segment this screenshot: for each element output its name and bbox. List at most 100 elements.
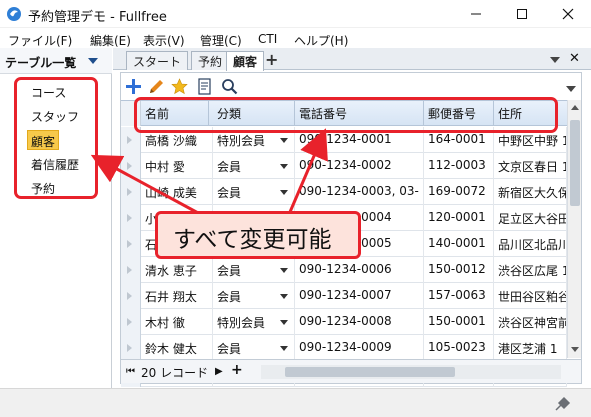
table-row[interactable]: 中村 愛会員 090-1234-0002 112-0003 文京区春日 1 [121,153,567,179]
cell-phone[interactable]: 090-1234-0002 [295,153,424,179]
horizontal-scroll-thumb[interactable] [285,367,455,377]
cell-name[interactable]: 鈴木 健太 [141,335,213,361]
scroll-down-icon[interactable] [571,347,579,352]
menu-file[interactable]: ファイル(F) [8,30,72,49]
category-dropdown-icon[interactable] [280,346,288,351]
table-row[interactable]: 山崎 成美 会員 090-1234-0003, 03- 169-0072 新宿区大久保 [121,179,567,205]
table-row[interactable]: 鈴木 健太 会員 090-1234-0009 105-0023 港区芝浦 1 [121,335,567,361]
tab-list-chevron-icon[interactable] [550,57,560,63]
close-tab-icon[interactable]: ✕ [569,51,580,66]
cell-address[interactable]: 渋谷区神宮前 [494,309,567,335]
close-icon [562,8,574,20]
status-bar [0,388,591,417]
cell-address[interactable]: 品川区北品川 [494,231,567,257]
cell-address[interactable]: 世田谷区粕谷 [494,283,567,309]
cell-phone[interactable]: 090-1234-0009 [295,335,424,361]
maximize-button[interactable] [499,0,545,28]
cell-address[interactable]: 文京区春日 1 [494,153,567,179]
maximize-icon [517,9,527,19]
tab-strip: スタート 予約 顧客 + ✕ [113,48,591,71]
menu-cti[interactable]: CTI [258,30,277,46]
row-header[interactable] [121,231,141,257]
cell-phone[interactable]: 090-1234-0008 [295,309,424,335]
column-header-highlight [134,97,558,133]
category-dropdown-icon[interactable] [280,138,288,143]
category-dropdown-icon[interactable] [280,190,288,195]
row-header[interactable] [121,335,141,361]
category-dropdown-icon[interactable] [280,164,288,169]
grid-toolbar [121,73,581,99]
cell-address[interactable]: 新宿区大久保 [494,179,567,205]
scroll-thumb[interactable] [570,120,580,206]
cell-postal[interactable]: 112-0003 [424,153,494,179]
app-icon [7,7,21,21]
first-record-icon[interactable]: ⏮ [126,366,135,377]
row-header[interactable] [121,153,141,179]
cell-address[interactable]: 足立区大谷田 [494,205,567,231]
tab-customer[interactable]: 顧客 [226,51,265,71]
toolbar-chevron-icon[interactable] [566,86,576,92]
row-header[interactable] [121,205,141,231]
minimize-button[interactable] [453,0,499,28]
menu-bar: ファイル(F) 編集(E) 表示(V) 管理(C) CTI ヘルプ(H) [0,28,591,48]
cell-name[interactable]: 石井 翔太 [141,283,213,309]
table-list-header[interactable]: テーブル一覧 [0,48,112,74]
row-header[interactable] [121,283,141,309]
search-icon[interactable] [221,78,238,95]
report-icon[interactable] [196,78,213,95]
table-list-highlight [14,77,98,199]
horizontal-scrollbar[interactable] [261,365,561,379]
annotation-callout: すべて変更可能 [155,211,361,259]
chevron-down-icon[interactable] [88,58,98,64]
add-icon[interactable] [125,78,142,95]
row-pointer-icon [127,344,132,352]
cell-name[interactable]: 山崎 成美 [141,179,213,205]
menu-view[interactable]: 表示(V) [143,30,185,49]
close-button[interactable] [545,0,591,28]
tab-reservation[interactable]: 予約 [191,51,230,70]
menu-manage[interactable]: 管理(C) [200,30,242,49]
row-header[interactable] [121,309,141,335]
cell-address[interactable]: 港区芝浦 1 [494,335,567,361]
row-header[interactable] [121,257,141,283]
cell-name[interactable]: 木村 徹 [141,309,213,335]
edit-icon[interactable] [148,78,165,95]
title-bar: 予約管理デモ - Fullfree [0,0,591,28]
star-icon[interactable] [171,78,188,95]
cell-postal[interactable]: 150-0001 [424,309,494,335]
row-pointer-icon [127,318,132,326]
cell-postal[interactable]: 169-0072 [424,179,494,205]
category-dropdown-icon[interactable] [280,294,288,299]
row-pointer-icon [127,136,132,144]
cell-address[interactable]: 渋谷区広尾 1 [494,257,567,283]
cell-name[interactable]: 清水 恵子 [141,257,213,283]
cell-postal[interactable]: 105-0023 [424,335,494,361]
cti-plug-icon[interactable] [553,395,573,413]
table-row[interactable]: 木村 徹特別会員 090-1234-0008 150-0001 渋谷区神宮前 [121,309,567,335]
cell-postal[interactable]: 150-0012 [424,257,494,283]
add-record-icon[interactable]: + [231,362,243,378]
next-record-icon[interactable]: ▶ [215,366,223,377]
table-row[interactable]: 石井 翔太 会員 090-1234-0007 157-0063 世田谷区粕谷 [121,283,567,309]
cell-postal[interactable]: 157-0063 [424,283,494,309]
tab-start[interactable]: スタート [126,51,189,70]
window-title: 予約管理デモ - Fullfree [28,10,167,25]
vertical-scrollbar[interactable] [567,100,581,358]
category-dropdown-icon[interactable] [280,268,288,273]
table-row[interactable]: 清水 恵子 会員 090-1234-0006 150-0012 渋谷区広尾 1 [121,257,567,283]
cell-name[interactable]: 中村 愛 [141,153,213,179]
row-header[interactable] [121,179,141,205]
cell-phone[interactable]: 090-1234-0007 [295,283,424,309]
category-dropdown-icon[interactable] [280,320,288,325]
row-pointer-icon [127,162,132,170]
scroll-up-icon[interactable] [571,105,579,110]
menu-help[interactable]: ヘルプ(H) [294,30,348,49]
menu-edit[interactable]: 編集(E) [90,30,131,49]
cell-postal[interactable]: 140-0001 [424,231,494,257]
cell-phone[interactable]: 090-1234-0006 [295,257,424,283]
add-tab-icon[interactable]: + [265,50,278,69]
record-count: 20 レコード [141,366,209,380]
cell-phone[interactable]: 090-1234-0003, 03- [295,179,424,205]
row-pointer-icon [127,266,132,274]
cell-postal[interactable]: 120-0001 [424,205,494,231]
